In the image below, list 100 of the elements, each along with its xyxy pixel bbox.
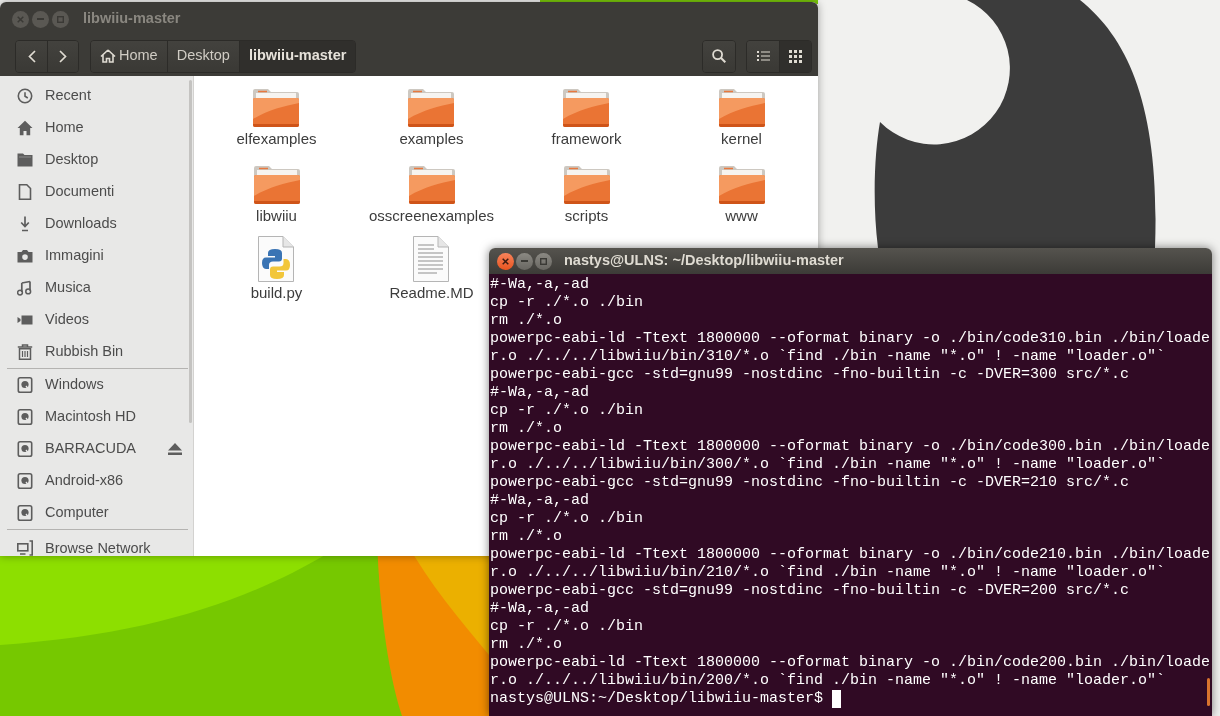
sidebar-item[interactable]: Home (0, 112, 188, 144)
folder-item[interactable]: scripts (562, 159, 611, 225)
folder-icon (562, 88, 611, 128)
grid-view-button[interactable] (779, 40, 811, 72)
list-view-icon (756, 50, 770, 62)
drive-icon (17, 377, 33, 393)
maximize-icon (540, 257, 547, 265)
terminal-prompt: nastys@ULNS:~/Desktop/libwiiu-master$ (490, 690, 824, 708)
folder-item[interactable]: elfexamples (236, 82, 317, 148)
drive-icon (17, 505, 33, 521)
terminal-line: cp -r ./*.o ./bin (490, 618, 644, 636)
forward-button[interactable] (47, 40, 78, 72)
chevron-right-icon (59, 49, 67, 63)
folder-icon (562, 165, 611, 205)
trash-icon (17, 344, 33, 360)
path-button[interactable]: Desktop (166, 40, 239, 72)
grid-view-icon (789, 49, 802, 63)
terminal-line: powerpc-eabi-gcc -std=gnu99 -nostdinc -fno-builtin -c -DVER=300 src/*.c (490, 366, 1130, 384)
folder-item[interactable]: libwiiu (252, 159, 301, 225)
sidebar-item[interactable]: Android-x86 (0, 465, 188, 497)
terminal-line: powerpc-eabi-ld -Ttext 1800000 --oformat binary -o ./bin/code200.bin ./bin/loade (490, 654, 1211, 672)
eject-icon[interactable] (168, 443, 182, 455)
music-note-icon (17, 280, 33, 296)
terminal-line: rm ./*.o (490, 312, 562, 330)
terminal-line: #-Wa,-a,-ad (490, 384, 590, 402)
back-button[interactable] (16, 40, 47, 72)
code-file-icon (257, 236, 296, 282)
clock-icon (17, 88, 33, 104)
terminal-line: cp -r ./*.o ./bin (490, 402, 644, 420)
folder-icon (252, 165, 301, 205)
terminal-line: cp -r ./*.o ./bin (490, 294, 644, 312)
terminal-line: r.o ./../../libwiiu/bin/300/*.o `find ./bin -name "*.o" ! -name "loader.o"` (490, 456, 1166, 474)
sidebar-item[interactable]: Musica (0, 272, 188, 304)
cursor-icon (832, 690, 842, 708)
sidebar-item[interactable]: Rubbish Bin (0, 336, 188, 368)
terminal-line: r.o ./../../libwiiu/bin/200/*.o `find ./bin -name "*.o" ! -name "loader.o"` (490, 672, 1166, 690)
folder-item[interactable]: framework (551, 82, 622, 148)
folder-icon (717, 88, 766, 128)
network-icon (17, 540, 33, 556)
minimize-icon (521, 260, 528, 262)
maximize-button[interactable] (535, 252, 552, 270)
terminal-line: powerpc-eabi-gcc -std=gnu99 -nostdinc -fno-builtin -c -DVER=200 src/*.c (490, 582, 1130, 600)
sidebar-item[interactable]: Desktop (0, 144, 188, 176)
drive-icon (17, 473, 33, 489)
terminal-line: #-Wa,-a,-ad (490, 276, 590, 294)
sidebar-item[interactable]: Downloads (0, 208, 188, 240)
camera-icon (17, 248, 33, 264)
window-title: nastys@ULNS: ~/Desktop/libwiiu-master (564, 251, 844, 271)
folder-item[interactable]: www (717, 159, 766, 225)
close-icon (502, 257, 509, 265)
folder-icon (407, 88, 456, 128)
text-file-icon (412, 236, 451, 282)
terminal-line: rm ./*.o (490, 528, 562, 546)
folder-icon (17, 152, 33, 168)
terminal-line: powerpc-eabi-ld -Ttext 1800000 --oformat binary -o ./bin/code210.bin ./bin/loade (490, 546, 1211, 564)
folder-item[interactable]: examples (399, 82, 464, 148)
minimize-button[interactable] (516, 252, 533, 270)
terminal-line: #-Wa,-a,-ad (490, 492, 590, 510)
folder-icon (717, 165, 766, 205)
close-button[interactable] (497, 252, 514, 270)
sidebar-item[interactable]: Windows (0, 369, 188, 401)
chevron-left-icon (27, 49, 36, 63)
path-button[interactable]: Home (91, 40, 167, 72)
sidebar-item[interactable]: Recent (0, 80, 188, 112)
sidebar-item[interactable]: Videos (0, 304, 188, 336)
drive-icon (17, 441, 33, 457)
close-icon (17, 15, 24, 23)
minimize-icon (37, 18, 44, 20)
file-item[interactable]: Readme.MD (389, 236, 474, 302)
window-title: libwiiu-master (83, 9, 181, 29)
terminal-line: powerpc-eabi-gcc -std=gnu99 -nostdinc -fno-builtin -c -DVER=210 src/*.c (490, 474, 1130, 492)
drive-icon (17, 409, 33, 425)
folder-item[interactable]: kernel (717, 82, 766, 148)
home-icon (17, 120, 33, 136)
terminal-line: rm ./*.o (490, 636, 562, 654)
search-button[interactable] (703, 40, 735, 72)
terminal-line: powerpc-eabi-ld -Ttext 1800000 --oformat binary -o ./bin/code300.bin ./bin/loade (490, 438, 1211, 456)
maximize-icon (57, 15, 64, 23)
terminal-line: r.o ./../../libwiiu/bin/310/*.o `find ./bin -name "*.o" ! -name "loader.o"` (490, 348, 1166, 366)
terminal-line: cp -r ./*.o ./bin (490, 510, 644, 528)
folder-icon (407, 165, 456, 205)
path-button[interactable]: libwiiu-master (238, 40, 356, 72)
search-icon (712, 49, 726, 63)
folder-icon (252, 88, 301, 128)
home-icon (100, 49, 116, 63)
sidebar-item[interactable]: Immagini (0, 240, 188, 272)
sidebar-item[interactable]: Documenti (0, 176, 188, 208)
scrollbar-thumb[interactable] (1207, 678, 1210, 706)
sidebar-item[interactable]: Macintosh HD (0, 401, 188, 433)
terminal-line: powerpc-eabi-ld -Ttext 1800000 --oformat binary -o ./bin/code310.bin ./bin/loade (490, 330, 1211, 348)
file-item[interactable]: build.py (250, 236, 303, 302)
document-icon (17, 184, 33, 200)
sidebar-item[interactable]: BARRACUDA (0, 433, 188, 465)
sidebar-item[interactable]: Browse Network (0, 530, 188, 556)
list-view-button[interactable] (747, 40, 779, 72)
sidebar-item[interactable]: Computer (0, 497, 188, 529)
terminal-line: r.o ./../../libwiiu/bin/210/*.o `find ./bin -name "*.o" ! -name "loader.o"` (490, 564, 1166, 582)
terminal-line: #-Wa,-a,-ad (490, 600, 590, 618)
folder-item[interactable]: osscreenexamples (368, 159, 495, 225)
terminal-line: rm ./*.o (490, 420, 562, 438)
